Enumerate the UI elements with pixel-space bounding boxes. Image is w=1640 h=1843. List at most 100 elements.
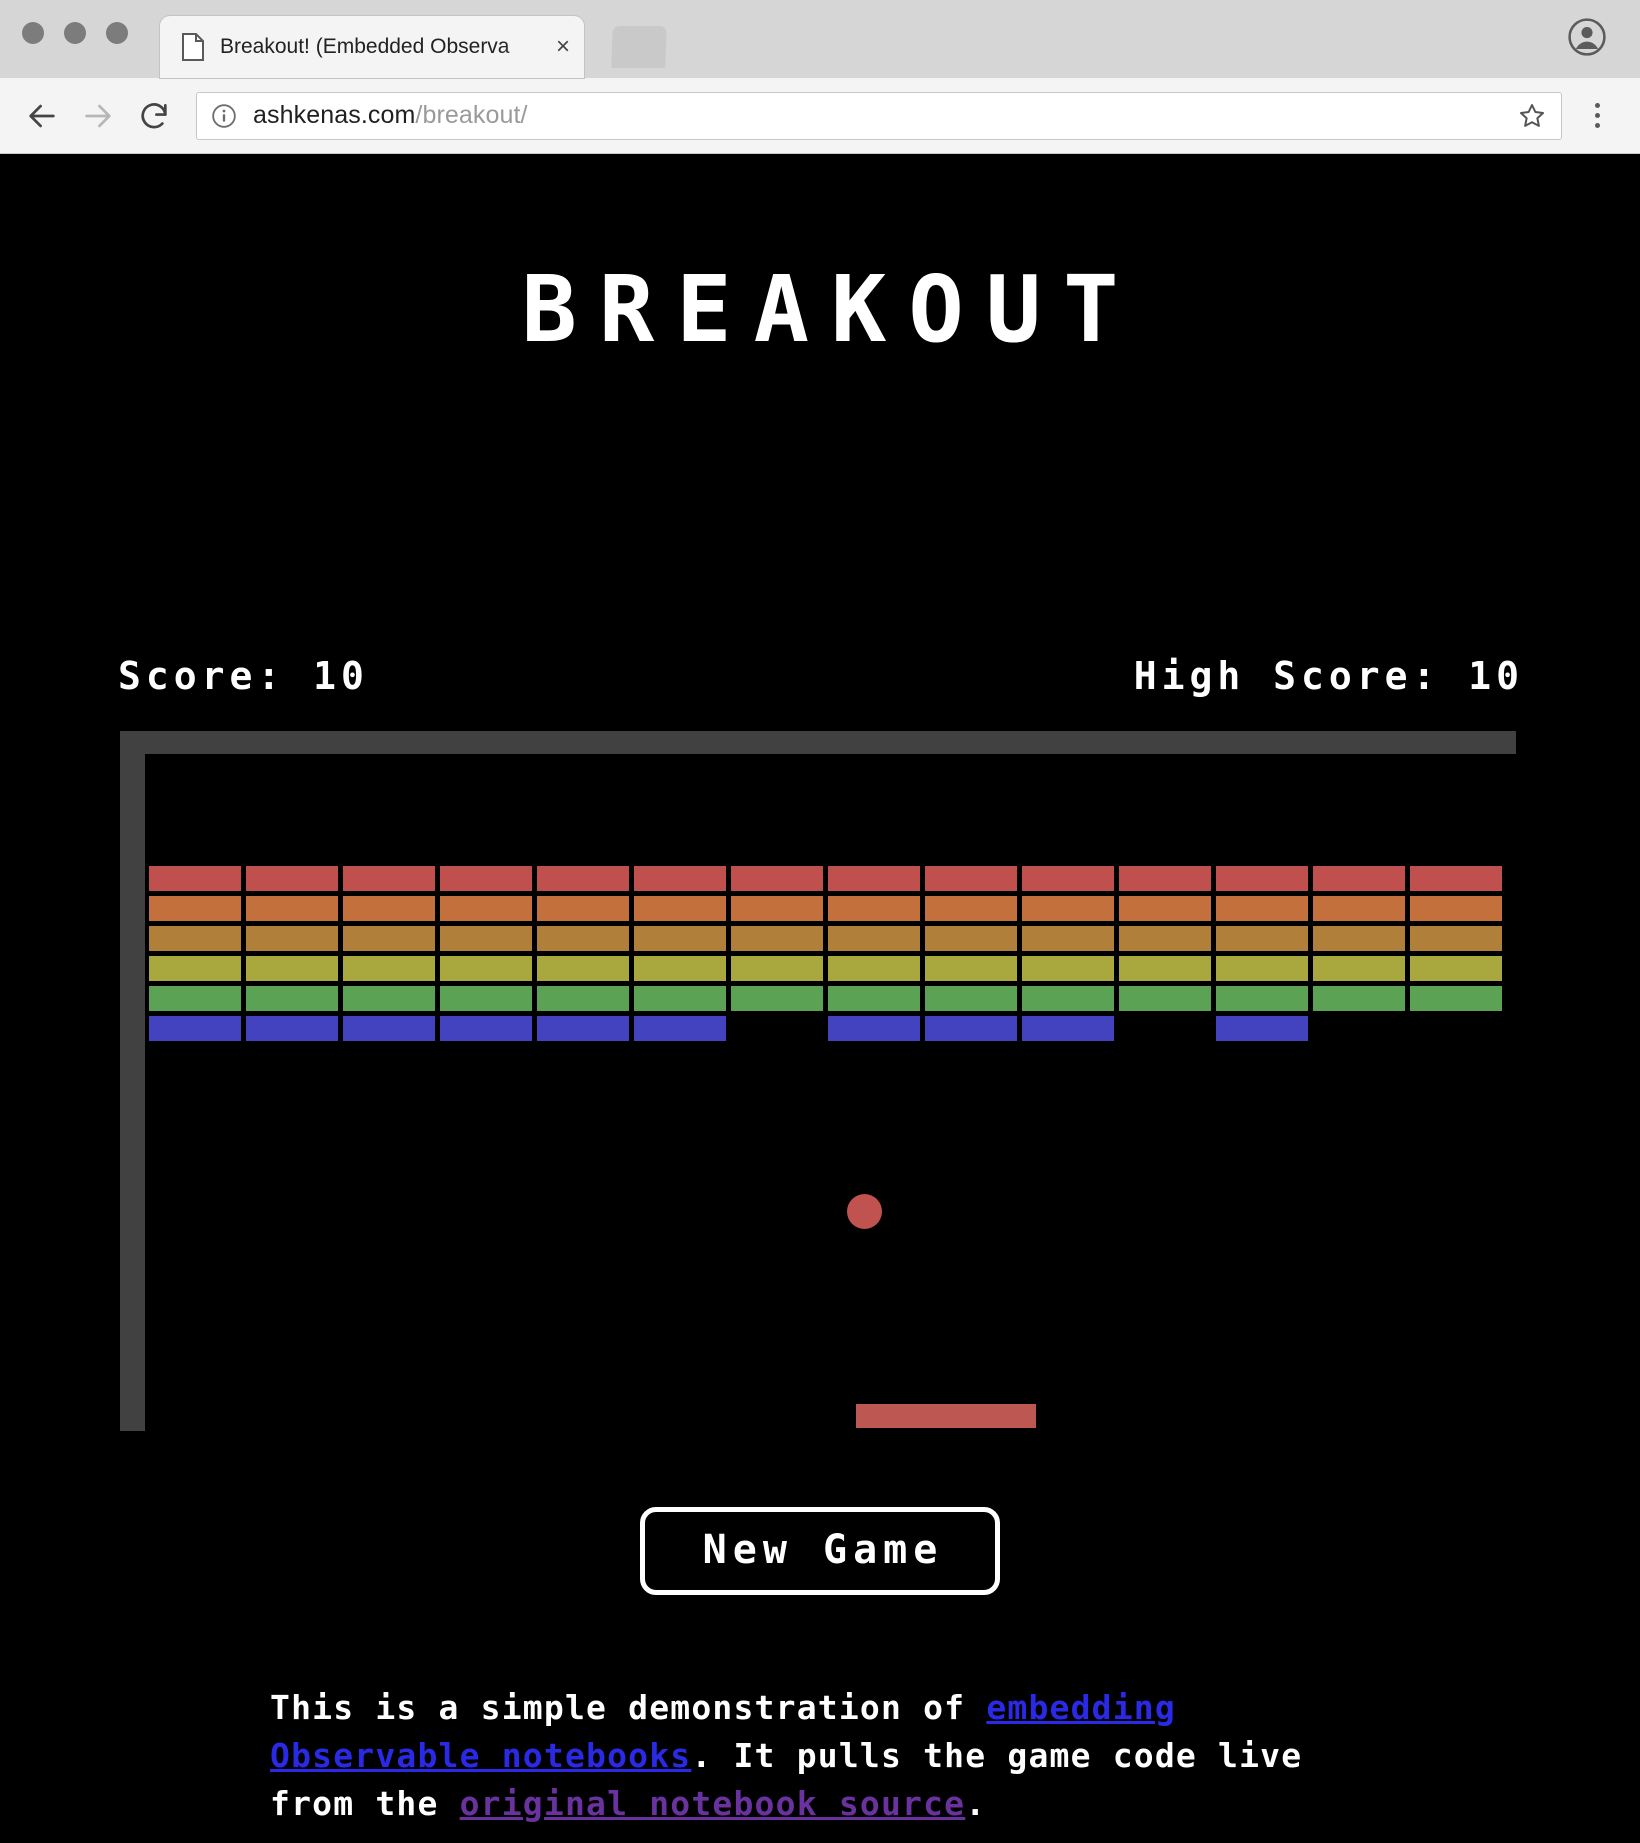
brick-bronze-13	[1410, 926, 1502, 951]
brick-olive-3	[440, 956, 532, 981]
brick-orange-13	[1410, 896, 1502, 921]
brick-row-blue	[149, 1016, 1494, 1041]
brick-red-9	[1022, 866, 1114, 891]
brick-bronze-7	[828, 926, 920, 951]
brick-green-1	[246, 986, 338, 1011]
tab-strip: Breakout! (Embedded Observa ×	[0, 0, 1640, 78]
minimize-window-dot[interactable]	[64, 22, 86, 44]
brick-red-8	[925, 866, 1017, 891]
brick-green-2	[343, 986, 435, 1011]
brick-blue-1	[246, 1016, 338, 1041]
brick-orange-5	[634, 896, 726, 921]
browser-tab[interactable]: Breakout! (Embedded Observa ×	[160, 16, 584, 78]
brick-empty-blue-6	[731, 1016, 823, 1041]
brick-olive-13	[1410, 956, 1502, 981]
high-score-label: High Score: 10	[1133, 654, 1524, 698]
brick-red-7	[828, 866, 920, 891]
menu-dot	[1594, 123, 1600, 128]
brick-olive-12	[1313, 956, 1405, 981]
game-frame	[120, 731, 1516, 1431]
brick-olive-7	[828, 956, 920, 981]
brick-orange-12	[1313, 896, 1405, 921]
brick-red-4	[537, 866, 629, 891]
brick-orange-3	[440, 896, 532, 921]
brick-row-bronze	[149, 926, 1502, 951]
game-board[interactable]	[145, 754, 1516, 1431]
brick-blue-0	[149, 1016, 241, 1041]
brick-bronze-6	[731, 926, 823, 951]
forward-arrow-icon[interactable]	[70, 88, 126, 144]
reload-icon[interactable]	[126, 88, 182, 144]
brick-red-12	[1313, 866, 1405, 891]
brick-bronze-10	[1119, 926, 1211, 951]
brick-blue-11	[1216, 1016, 1308, 1041]
address-bar[interactable]: ashkenas.com/breakout/	[196, 91, 1562, 140]
brick-green-3	[440, 986, 532, 1011]
brick-olive-9	[1022, 956, 1114, 981]
brick-red-11	[1216, 866, 1308, 891]
footer-description: This is a simple demonstration of embedd…	[270, 1684, 1370, 1828]
maximize-window-dot[interactable]	[106, 22, 128, 44]
new-game-button[interactable]: New Game	[639, 1507, 1001, 1595]
brick-bronze-8	[925, 926, 1017, 951]
close-window-dot[interactable]	[22, 22, 44, 44]
brick-red-1	[246, 866, 338, 891]
brick-olive-4	[537, 956, 629, 981]
brick-row-orange	[149, 896, 1502, 921]
brick-red-2	[343, 866, 435, 891]
brick-red-3	[440, 866, 532, 891]
brick-green-13	[1410, 986, 1502, 1011]
menu-dot	[1594, 103, 1600, 108]
account-circle-icon[interactable]	[1568, 18, 1606, 56]
bookmark-star-icon[interactable]	[1507, 101, 1547, 131]
url-domain: ashkenas.com	[253, 101, 416, 129]
brick-red-13	[1410, 866, 1502, 891]
brick-red-0	[149, 866, 241, 891]
brick-blue-2	[343, 1016, 435, 1041]
brick-green-0	[149, 986, 241, 1011]
brick-green-12	[1313, 986, 1405, 1011]
new-tab-button[interactable]	[611, 26, 667, 68]
score-label: Score: 10	[118, 654, 369, 698]
brick-olive-5	[634, 956, 726, 981]
brick-olive-2	[343, 956, 435, 981]
info-circle-icon[interactable]	[211, 103, 237, 129]
brick-row-olive	[149, 956, 1502, 981]
original-notebook-source-link[interactable]: original notebook source	[460, 1784, 966, 1823]
brick-row-red	[149, 866, 1502, 891]
brick-row-green	[149, 986, 1502, 1011]
url-text: ashkenas.com/breakout/	[253, 101, 1507, 130]
brick-grid	[149, 866, 1502, 1046]
brick-orange-11	[1216, 896, 1308, 921]
paddle[interactable]	[856, 1404, 1036, 1428]
footer-text-part1: This is a simple demonstration of	[270, 1688, 987, 1727]
brick-green-6	[731, 986, 823, 1011]
brick-bronze-3	[440, 926, 532, 951]
brick-olive-6	[731, 956, 823, 981]
brick-olive-11	[1216, 956, 1308, 981]
back-arrow-icon[interactable]	[14, 88, 70, 144]
menu-dot	[1594, 113, 1600, 118]
page-title: BREAKOUT	[521, 256, 1141, 363]
brick-green-10	[1119, 986, 1211, 1011]
window-controls[interactable]	[22, 22, 128, 44]
brick-green-11	[1216, 986, 1308, 1011]
brick-green-8	[925, 986, 1017, 1011]
close-icon[interactable]: ×	[556, 35, 570, 59]
brick-red-10	[1119, 866, 1211, 891]
brick-empty-blue-10	[1119, 1016, 1211, 1041]
brick-blue-3	[440, 1016, 532, 1041]
new-game-area: New Game	[0, 1507, 1640, 1595]
brick-green-7	[828, 986, 920, 1011]
vertical-dots-menu-icon[interactable]	[1580, 88, 1614, 144]
brick-bronze-2	[343, 926, 435, 951]
brick-empty-blue-13	[1410, 1016, 1502, 1041]
brick-orange-10	[1119, 896, 1211, 921]
brick-orange-0	[149, 896, 241, 921]
brick-bronze-4	[537, 926, 629, 951]
brick-green-9	[1022, 986, 1114, 1011]
page-icon	[182, 33, 204, 61]
brick-olive-1	[246, 956, 338, 981]
brick-olive-8	[925, 956, 1017, 981]
brick-orange-2	[343, 896, 435, 921]
